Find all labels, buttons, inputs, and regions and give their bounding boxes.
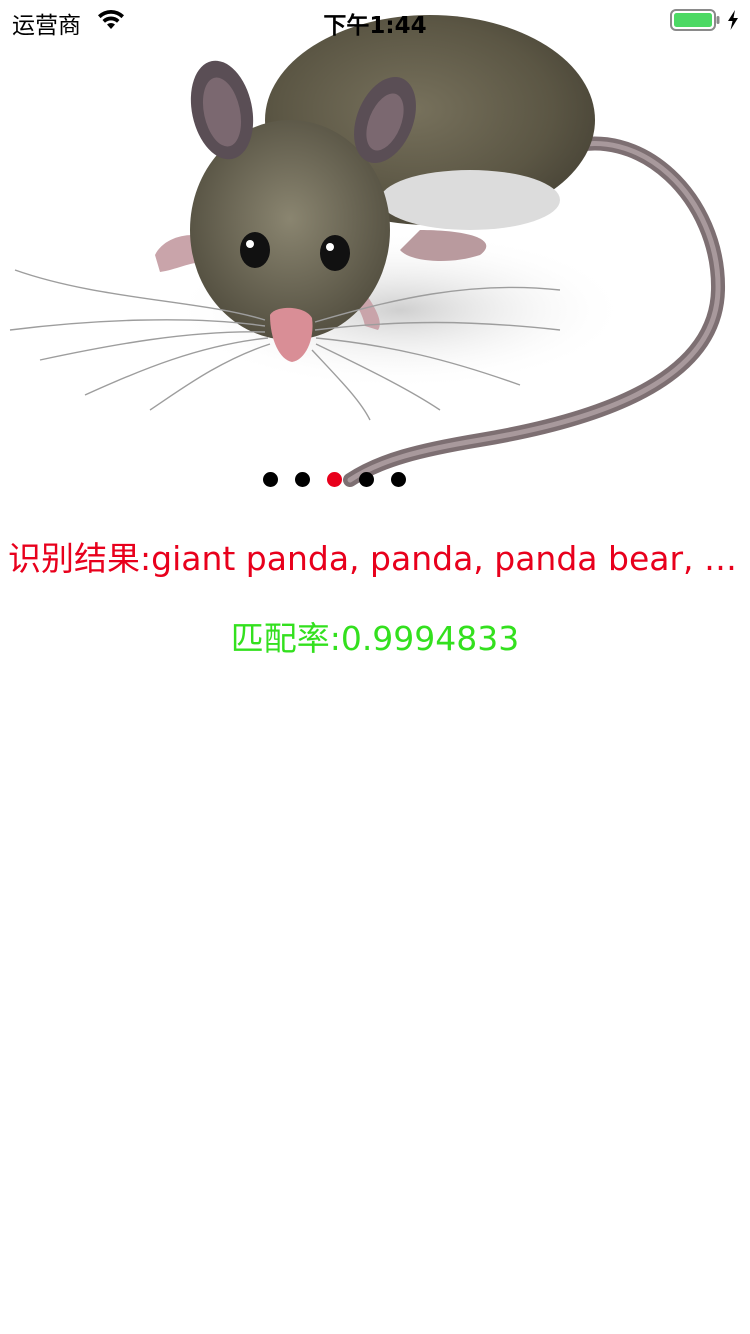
page-dot-4[interactable] xyxy=(359,472,374,487)
status-bar: 运营商 下午1:44 xyxy=(0,0,750,40)
status-time: 下午1:44 xyxy=(323,13,427,39)
page-dot-1[interactable] xyxy=(263,472,278,487)
battery-icon xyxy=(670,9,720,31)
charging-bolt-icon xyxy=(728,10,738,30)
page-control[interactable] xyxy=(0,472,750,488)
page-dot-2[interactable] xyxy=(295,472,310,487)
image-carousel[interactable] xyxy=(0,0,750,500)
mouse-image xyxy=(9,15,726,487)
match-rate-label: 匹配率:0.9994833 xyxy=(230,619,520,658)
recognition-result-label: 识别结果:giant panda, panda, panda bear, coo… xyxy=(8,539,744,578)
page-dot-5[interactable] xyxy=(391,472,406,487)
page-dot-3-active[interactable] xyxy=(327,472,342,487)
